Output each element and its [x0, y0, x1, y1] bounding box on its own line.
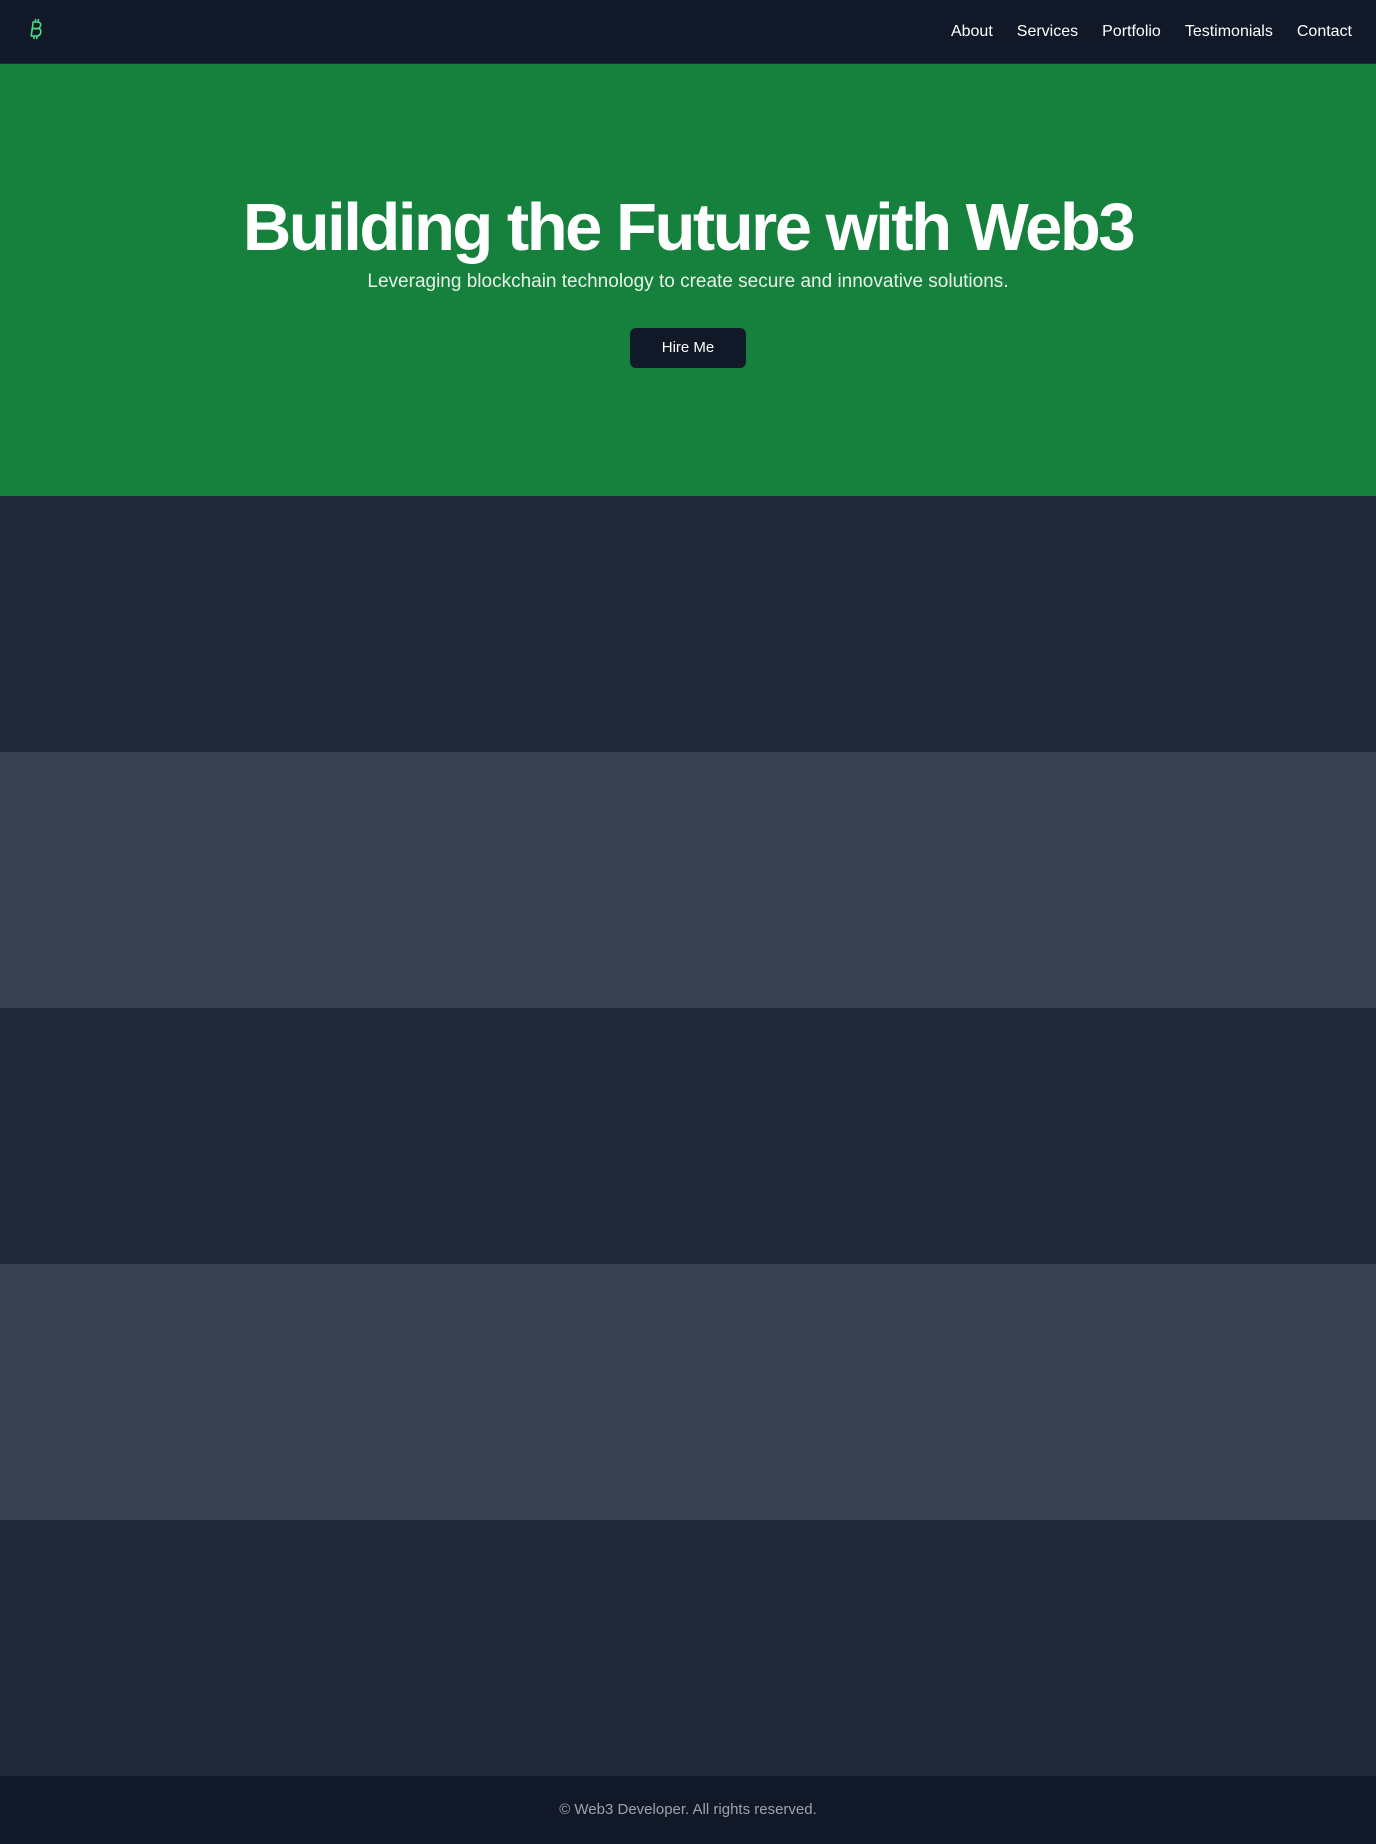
nav-link-about[interactable]: About	[951, 22, 993, 42]
nav-link-portfolio[interactable]: Portfolio	[1102, 22, 1161, 42]
nav-link-services[interactable]: Services	[1017, 22, 1078, 42]
navbar: About Services Portfolio Testimonials Co…	[0, 0, 1376, 64]
services-section	[0, 752, 1376, 1008]
footer: © Web3 Developer. All rights reserved.	[0, 1776, 1376, 1844]
contact-section	[0, 1520, 1376, 1776]
about-section	[0, 496, 1376, 752]
hero-subtitle: Leveraging blockchain technology to crea…	[367, 271, 1009, 292]
hero-section: Building the Future with Web3 Leveraging…	[0, 64, 1376, 496]
nav-link-testimonials[interactable]: Testimonials	[1185, 22, 1273, 42]
testimonials-section	[0, 1264, 1376, 1520]
bitcoin-icon	[28, 17, 44, 46]
logo-link[interactable]	[28, 17, 44, 46]
nav-link-contact[interactable]: Contact	[1297, 22, 1352, 42]
hero-title: Building the Future with Web3	[242, 190, 1136, 265]
footer-copyright: © Web3 Developer. All rights reserved.	[559, 1801, 817, 1818]
nav-links: About Services Portfolio Testimonials Co…	[927, 22, 1352, 42]
portfolio-section	[0, 1008, 1376, 1264]
hire-me-button[interactable]: Hire Me	[630, 328, 746, 368]
